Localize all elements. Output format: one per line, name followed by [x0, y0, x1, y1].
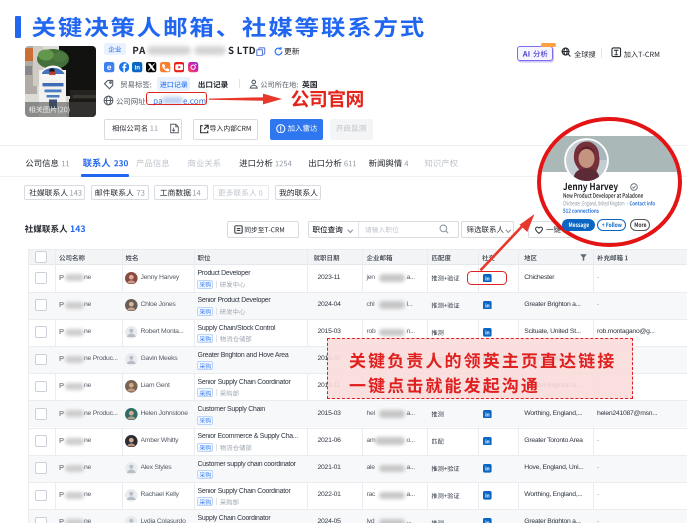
- svg-text:in: in: [485, 330, 490, 336]
- svg-text:in: in: [485, 303, 490, 309]
- svg-text:in: in: [135, 65, 141, 72]
- svg-text:in: in: [485, 412, 490, 418]
- svg-text:in: in: [485, 439, 490, 445]
- svg-text:in: in: [485, 466, 490, 472]
- svg-text:e: e: [107, 63, 112, 72]
- svg-text:in: in: [485, 494, 490, 500]
